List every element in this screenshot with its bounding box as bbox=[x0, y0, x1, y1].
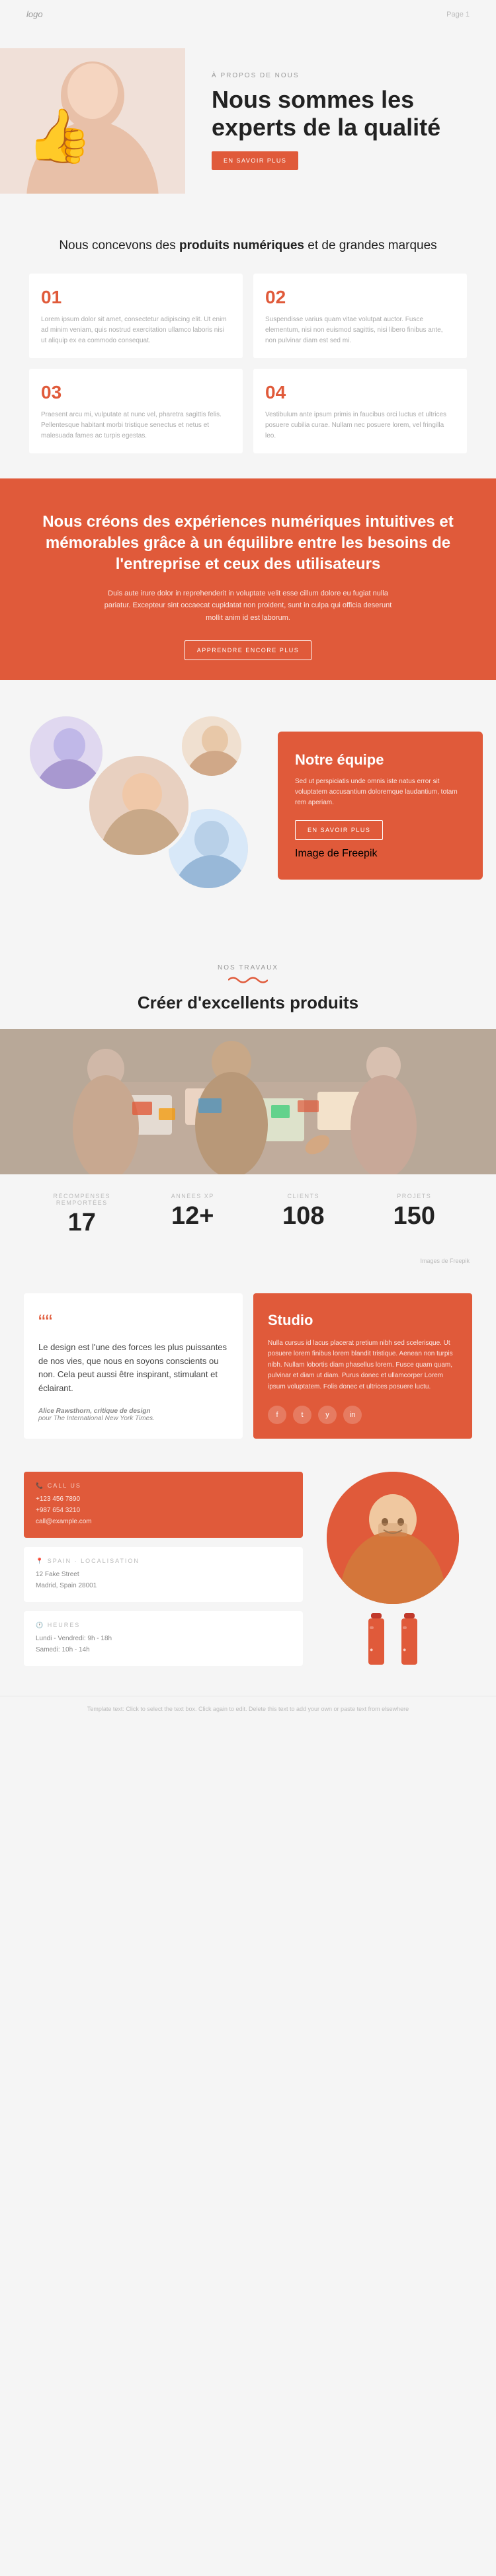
quote-icon: ““ bbox=[38, 1312, 228, 1333]
card-text-3: Praesent arcu mi, vulputate at nunc vel,… bbox=[41, 410, 231, 441]
stat-clients-label: CLIENTS bbox=[248, 1193, 359, 1199]
team-btn[interactable]: EN SAVOIR PLUS bbox=[295, 820, 383, 840]
svg-text:👍: 👍 bbox=[26, 106, 93, 166]
page-number: Page 1 bbox=[446, 11, 470, 19]
contact-section: 📞 CALL US +123 456 7890+987 654 3210call… bbox=[0, 1458, 496, 1696]
card-03: 03 Praesent arcu mi, vulputate at nunc v… bbox=[29, 369, 243, 453]
studio-title: Studio bbox=[268, 1312, 458, 1329]
stat-projects: PROJETS 150 bbox=[359, 1193, 470, 1239]
localisation-card: 📍 SPAIN · LOCALISATION 12 Fake StreetMad… bbox=[24, 1547, 303, 1602]
works-label: NOS TRAVAUX bbox=[0, 964, 496, 971]
card-text-1: Lorem ipsum dolor sit amet, consectetur … bbox=[41, 315, 231, 346]
phone-icon: 📞 bbox=[36, 1482, 44, 1489]
svg-text:●: ● bbox=[370, 1646, 373, 1653]
card-num-4: 04 bbox=[265, 382, 455, 403]
call-us-card: 📞 CALL US +123 456 7890+987 654 3210call… bbox=[24, 1472, 303, 1538]
heures-label: 🕐 HEURES bbox=[36, 1622, 291, 1629]
contact-person: ● ● bbox=[313, 1472, 472, 1676]
svg-text:●: ● bbox=[403, 1646, 406, 1653]
red-section-btn[interactable]: APPRENDRE ENCORE PLUS bbox=[185, 640, 312, 660]
bottle-1: ● bbox=[364, 1613, 388, 1676]
contact-circle bbox=[327, 1472, 459, 1604]
linkedin-icon[interactable]: in bbox=[343, 1406, 362, 1424]
footer-note: Template text: Click to select the text … bbox=[0, 1696, 496, 1725]
quote-author: Alice Rawsthorn, critique de design pour… bbox=[38, 1408, 228, 1422]
hero-label: À PROPOS DE NOUS bbox=[212, 72, 470, 79]
hero-image: 👍 bbox=[0, 48, 185, 194]
team-circle-topright bbox=[179, 713, 245, 779]
section1-text: Nous concevons des produits numériques e… bbox=[40, 237, 456, 255]
heures-details: Lundi - Vendredi: 9h - 18hSamedi: 10h - … bbox=[36, 1633, 291, 1655]
call-details: +123 456 7890+987 654 3210call@example.c… bbox=[36, 1494, 291, 1527]
stat-projects-label: PROJETS bbox=[359, 1193, 470, 1199]
card-num-3: 03 bbox=[41, 382, 231, 403]
studio-box: Studio Nulla cursus id lacus placerat pr… bbox=[253, 1293, 472, 1439]
card-04: 04 Vestibulum ante ipsum primis in fauci… bbox=[253, 369, 467, 453]
call-label: 📞 CALL US bbox=[36, 1482, 291, 1490]
card-text-2: Suspendisse varius quam vitae volutpat a… bbox=[265, 315, 455, 346]
stat-awards: RÉCOMPENSES REMPORTÉES 17 bbox=[26, 1193, 138, 1239]
location-label: 📍 SPAIN · LOCALISATION bbox=[36, 1558, 291, 1565]
hero-section: 👍 À PROPOS DE NOUS Nous sommes les exper… bbox=[0, 28, 496, 213]
card-text-4: Vestibulum ante ipsum primis in faucibus… bbox=[265, 410, 455, 441]
location-icon: 📍 bbox=[36, 1558, 44, 1564]
stat-awards-num: 17 bbox=[26, 1210, 138, 1235]
team-circle-center bbox=[86, 753, 192, 858]
hero-cta-button[interactable]: EN SAVOIR PLUS bbox=[212, 151, 298, 170]
stat-awards-label: RÉCOMPENSES REMPORTÉES bbox=[26, 1193, 138, 1206]
heures-card: 🕐 HEURES Lundi - Vendredi: 9h - 18hSamed… bbox=[24, 1611, 303, 1666]
contact-cards: 📞 CALL US +123 456 7890+987 654 3210call… bbox=[24, 1472, 303, 1666]
clock-icon: 🕐 bbox=[36, 1622, 44, 1628]
works-image bbox=[0, 1029, 496, 1174]
stat-clients: CLIENTS 108 bbox=[248, 1193, 359, 1239]
team-title: Notre équipe bbox=[295, 751, 466, 769]
works-title: Créer d'excellents produits bbox=[0, 993, 496, 1013]
stat-years-label: ANNÉES XP bbox=[138, 1193, 249, 1199]
bottles-container: ● ● bbox=[313, 1613, 472, 1676]
team-info-box: Notre équipe Sed ut perspiciatis unde om… bbox=[278, 732, 483, 880]
hero-title: Nous sommes les experts de la qualité bbox=[212, 86, 470, 141]
location-details: 12 Fake StreetMadrid, Spain 28001 bbox=[36, 1569, 291, 1591]
quote-box: ““ Le design est l'une des forces les pl… bbox=[24, 1293, 243, 1439]
card-01: 01 Lorem ipsum dolor sit amet, consectet… bbox=[29, 274, 243, 358]
quote-text: Le design est l'une des forces les plus … bbox=[38, 1341, 228, 1396]
team-member-name: Image de Freepik bbox=[295, 848, 466, 860]
twitter-icon[interactable]: t bbox=[293, 1406, 311, 1424]
studio-social: f t y in bbox=[268, 1406, 458, 1424]
freepik-note: Images de Freepik bbox=[0, 1258, 496, 1273]
studio-text: Nulla cursus id lacus placerat pretium n… bbox=[268, 1338, 458, 1393]
works-section: NOS TRAVAUX Créer d'excellents produits bbox=[0, 938, 496, 1174]
logo: logo bbox=[26, 9, 43, 19]
youtube-icon[interactable]: y bbox=[318, 1406, 337, 1424]
stats-section: RÉCOMPENSES REMPORTÉES 17 ANNÉES XP 12+ … bbox=[0, 1174, 496, 1258]
red-section-text: Duis aute irure dolor in reprehenderit i… bbox=[96, 587, 400, 625]
card-02: 02 Suspendisse varius quam vitae volutpa… bbox=[253, 274, 467, 358]
card-num-1: 01 bbox=[41, 287, 231, 308]
team-section: Notre équipe Sed ut perspiciatis unde om… bbox=[0, 680, 496, 938]
topbar: logo Page 1 bbox=[0, 0, 496, 28]
team-text: Sed ut perspiciatis unde omnis iste natu… bbox=[295, 777, 466, 808]
cards-grid: 01 Lorem ipsum dolor sit amet, consectet… bbox=[0, 268, 496, 478]
stat-years-num: 12+ bbox=[138, 1203, 249, 1229]
hero-content: À PROPOS DE NOUS Nous sommes les experts… bbox=[185, 72, 470, 170]
stat-clients-num: 108 bbox=[248, 1203, 359, 1229]
facebook-icon[interactable]: f bbox=[268, 1406, 286, 1424]
red-section-title: Nous créons des expériences numériques i… bbox=[40, 511, 456, 576]
stat-projects-num: 150 bbox=[359, 1203, 470, 1229]
card-num-2: 02 bbox=[265, 287, 455, 308]
stat-years: ANNÉES XP 12+ bbox=[138, 1193, 249, 1239]
team-circles bbox=[0, 700, 278, 911]
section1-heading: Nous concevons des produits numériques e… bbox=[0, 213, 496, 268]
wave-decoration bbox=[228, 975, 268, 985]
quote-studio-section: ““ Le design est l'une des forces les pl… bbox=[0, 1273, 496, 1459]
red-section: Nous créons des expériences numériques i… bbox=[0, 478, 496, 680]
bottle-2: ● bbox=[397, 1613, 421, 1676]
